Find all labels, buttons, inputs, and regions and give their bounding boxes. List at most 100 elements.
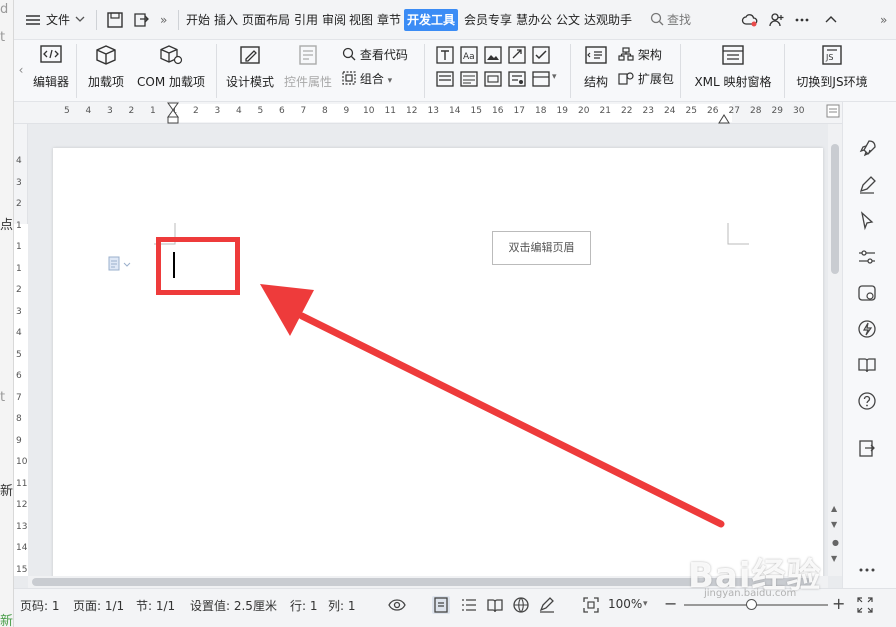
status-pages[interactable]: 页面: 1/1: [73, 597, 124, 614]
tab-developer[interactable]: 开发工具: [404, 9, 459, 31]
vertical-scroll-thumb[interactable]: [831, 144, 839, 274]
structure-button[interactable]: 结构: [578, 44, 614, 90]
edit-header-hint[interactable]: 双击编辑页眉: [492, 231, 591, 265]
right-sidebar: [842, 102, 896, 588]
zoom-level[interactable]: 100%: [608, 597, 642, 611]
building-block-icon[interactable]: [508, 46, 526, 64]
checkbox-control-icon[interactable]: [532, 46, 550, 64]
select-pointer-icon[interactable]: [857, 211, 877, 231]
switch-js-button[interactable]: JS 切换到JS环境: [790, 44, 874, 90]
help-icon[interactable]: [857, 391, 877, 411]
reading-view-icon[interactable]: [486, 596, 504, 614]
collapse-icon[interactable]: »: [880, 0, 887, 40]
tab-daguan-assistant[interactable]: 达观助手: [584, 0, 632, 40]
view-code-button[interactable]: 查看代码: [342, 46, 408, 63]
legacy-tools-icon[interactable]: [508, 70, 526, 88]
js-environment-icon: JS: [822, 45, 842, 65]
cloud-sync-icon[interactable]: [741, 11, 759, 29]
paragraph-layout-icon[interactable]: [108, 256, 132, 272]
pen-icon[interactable]: [857, 175, 877, 195]
status-row[interactable]: 行: 1: [290, 597, 318, 614]
document-page[interactable]: 双击编辑页眉: [53, 148, 823, 576]
hamburger-icon[interactable]: [24, 11, 42, 29]
ribbon-scroll-left-icon[interactable]: ‹: [14, 42, 28, 98]
eye-protection-icon[interactable]: [388, 596, 406, 614]
page-view-icon[interactable]: [432, 596, 450, 614]
more-options-icon[interactable]: [793, 11, 811, 29]
group-button[interactable]: 组合 ▾: [342, 70, 392, 87]
sliders-icon[interactable]: [857, 247, 877, 267]
horizontal-ruler[interactable]: 5 4 3 2 1 1 2 3 4 5 6 7 8 9 10 11 12 13 14 15 16 17 18 19 20 21 22…: [14, 102, 842, 124]
tab-start[interactable]: 开始: [186, 0, 210, 40]
control-properties-button[interactable]: 控件属性: [282, 44, 334, 90]
export-icon[interactable]: [132, 11, 150, 29]
tab-smart-office[interactable]: 慧办公: [516, 0, 552, 40]
zoom-out-icon[interactable]: −: [664, 594, 677, 613]
reading-mode-icon[interactable]: [857, 355, 877, 375]
dropdown-list-icon[interactable]: [460, 70, 478, 88]
chevron-up-icon[interactable]: [822, 11, 840, 29]
repeating-section-icon[interactable]: [532, 70, 550, 88]
status-section[interactable]: 节: 1/1: [136, 597, 175, 614]
zoom-in-icon[interactable]: +: [832, 594, 845, 613]
tab-review[interactable]: 审阅: [322, 0, 346, 40]
tab-insert[interactable]: 插入: [214, 0, 238, 40]
browse-object-icon[interactable]: ●: [832, 538, 839, 547]
status-column[interactable]: 列: 1: [328, 597, 356, 614]
chevron-down-icon: ▾: [387, 76, 393, 86]
file-menu[interactable]: 文件: [46, 0, 70, 40]
expansion-pack-button[interactable]: 扩展包: [618, 70, 674, 87]
chevron-down-icon[interactable]: ▾: [643, 599, 648, 609]
picture-control-icon[interactable]: [484, 46, 502, 64]
more-sidebar-icon[interactable]: [857, 560, 877, 580]
chevron-down-icon[interactable]: [74, 13, 86, 25]
tab-chapter[interactable]: 章节: [377, 0, 401, 40]
addins-label: 加载项: [87, 75, 124, 89]
tab-official-doc[interactable]: 公文: [556, 0, 580, 40]
view-code-label: 查看代码: [359, 48, 408, 62]
right-indent-marker-icon[interactable]: [718, 112, 730, 124]
share-document-icon[interactable]: [857, 439, 877, 459]
com-addins-button[interactable]: COM 加载项: [134, 44, 208, 90]
ai-assistant-icon[interactable]: [857, 283, 877, 303]
outline-view-icon[interactable]: [460, 596, 478, 614]
addins-button[interactable]: 加载项: [82, 44, 130, 90]
status-setting[interactable]: 设置值: 2.5厘米: [190, 597, 277, 614]
xml-pane-button[interactable]: XML 映射窗格: [690, 44, 776, 90]
vertical-scrollbar[interactable]: ▲ ▼ ● ▼: [828, 124, 842, 576]
combo-box-icon[interactable]: [436, 70, 454, 88]
indent-marker-icon[interactable]: [167, 102, 179, 124]
editor-button[interactable]: 编辑器: [30, 44, 72, 90]
status-page-number[interactable]: 页码: 1: [20, 597, 60, 614]
ruler-tick: 21: [599, 106, 611, 116]
fit-page-icon[interactable]: [582, 596, 600, 614]
search-label[interactable]: 查找: [667, 0, 691, 40]
search-icon[interactable]: [650, 12, 664, 26]
document-canvas[interactable]: 双击编辑页眉: [28, 124, 842, 576]
writing-mode-icon[interactable]: [538, 596, 556, 614]
zoom-slider-thumb[interactable]: [746, 599, 757, 610]
ruler-toggle-icon[interactable]: [826, 104, 840, 118]
date-picker-icon[interactable]: [484, 70, 502, 88]
text-control-icon[interactable]: [436, 46, 454, 64]
web-layout-icon[interactable]: [512, 596, 530, 614]
chevron-down-icon[interactable]: ▾: [552, 72, 557, 82]
schema-button[interactable]: 架构: [618, 46, 662, 63]
ruler-tick: 6: [279, 106, 285, 116]
tab-member[interactable]: 会员专享: [464, 0, 512, 40]
tab-page-layout[interactable]: 页面布局: [242, 0, 290, 40]
lightning-icon[interactable]: [857, 319, 877, 339]
share-user-icon[interactable]: [767, 11, 785, 29]
scroll-up-icon[interactable]: ▲: [831, 504, 837, 513]
vertical-ruler[interactable]: 4 3 2 1 1 1 2 3 4 5 6 7 8 9 10 11 12 13 14 15: [14, 124, 28, 576]
save-icon[interactable]: [106, 11, 124, 29]
tab-view[interactable]: 视图: [349, 0, 373, 40]
rich-text-control-icon[interactable]: Aa: [460, 46, 478, 64]
fullscreen-icon[interactable]: [856, 596, 874, 614]
more-tabs-icon[interactable]: »: [160, 0, 167, 40]
design-mode-button[interactable]: 设计模式: [224, 44, 276, 90]
tab-references[interactable]: 引用: [294, 0, 318, 40]
rocket-icon[interactable]: [857, 139, 877, 159]
scroll-down-icon[interactable]: ▼: [831, 520, 837, 529]
next-page-icon[interactable]: ▼: [831, 554, 837, 563]
